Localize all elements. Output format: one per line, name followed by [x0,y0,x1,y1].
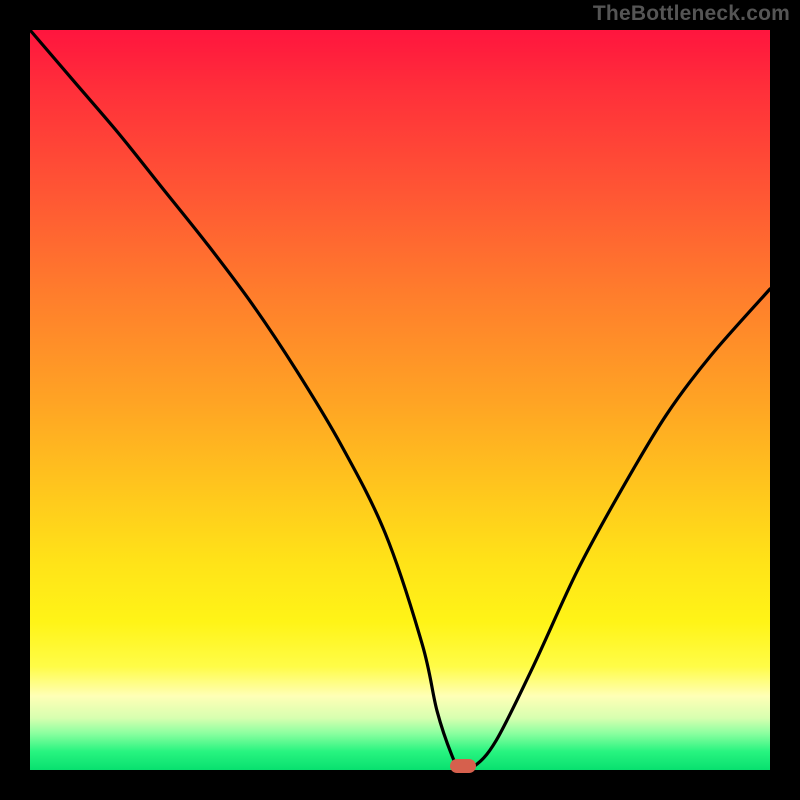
curve-svg [30,30,770,770]
chart-frame: TheBottleneck.com [0,0,800,800]
minimum-marker [450,759,476,773]
watermark-text: TheBottleneck.com [593,2,790,26]
bottleneck-curve-path [30,30,770,769]
chart-plot-area [30,30,770,770]
